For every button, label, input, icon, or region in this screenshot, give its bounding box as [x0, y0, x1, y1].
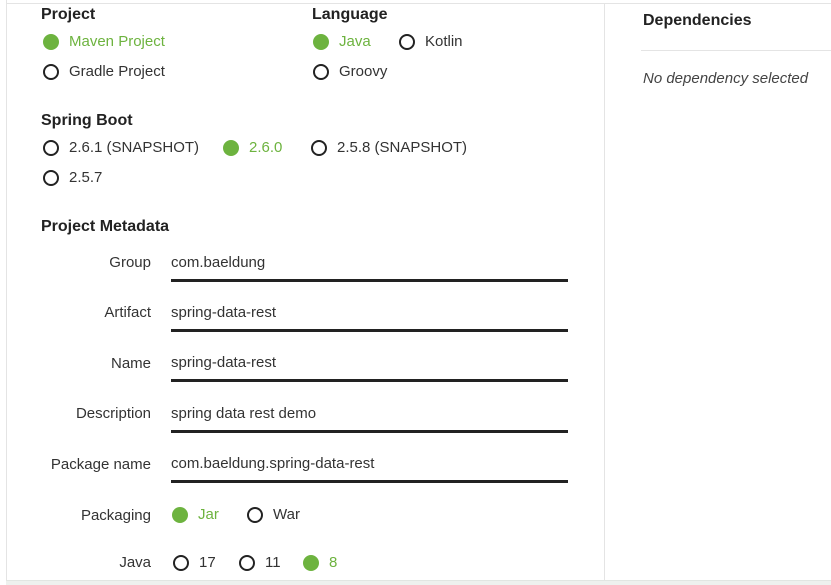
radio-unchecked-icon [247, 506, 263, 523]
bottom-bar [6, 580, 831, 585]
radio-kotlin[interactable]: Kotlin [399, 33, 463, 50]
radio-war[interactable]: War [247, 506, 300, 523]
radio-label: Kotlin [425, 33, 463, 50]
radio-label: 2.5.8 (SNAPSHOT) [337, 139, 468, 156]
radio-boot-2-6-1-snapshot[interactable]: 2.6.1 (SNAPSHOT) [43, 139, 199, 156]
radio-unchecked-icon [43, 139, 59, 156]
radio-checked-icon [313, 33, 329, 50]
radio-checked-icon [303, 554, 319, 571]
radio-unchecked-icon [173, 554, 189, 571]
language-title: Language [312, 6, 388, 23]
project-metadata-title: Project Metadata [41, 218, 170, 235]
dependencies-title: Dependencies [643, 12, 752, 29]
radio-boot-2-6-0[interactable]: 2.6.0 [223, 139, 282, 156]
radio-label: Jar [198, 506, 219, 523]
radio-jar[interactable]: Jar [172, 506, 219, 523]
radio-label: 8 [329, 554, 338, 571]
radio-label: 11 [265, 554, 281, 571]
radio-checked-icon [172, 506, 188, 523]
project-title: Project [41, 6, 96, 23]
name-input[interactable] [171, 346, 568, 382]
radio-unchecked-icon [313, 63, 329, 80]
radio-label: 2.6.1 (SNAPSHOT) [69, 139, 200, 156]
radio-label: 2.6.0 [249, 139, 283, 156]
radio-unchecked-icon [399, 33, 415, 50]
artifact-input[interactable] [171, 296, 568, 332]
radio-gradle-project[interactable]: Gradle Project [43, 63, 165, 80]
radio-unchecked-icon [239, 554, 255, 571]
no-dependency-text: No dependency selected [643, 70, 809, 87]
package-name-label: Package name [50, 456, 151, 473]
group-label: Group [109, 254, 151, 271]
radio-label: Groovy [339, 63, 388, 80]
artifact-label: Artifact [104, 304, 151, 321]
packaging-label: Packaging [80, 507, 151, 524]
description-label: Description [75, 405, 151, 422]
radio-label: 17 [199, 554, 216, 571]
radio-unchecked-icon [43, 169, 59, 186]
radio-checked-icon [223, 139, 239, 156]
window-top-border [6, 3, 831, 4]
radio-groovy[interactable]: Groovy [313, 63, 387, 80]
radio-boot-2-5-8-snapshot[interactable]: 2.5.8 (SNAPSHOT) [311, 139, 467, 156]
dependencies-divider [641, 50, 831, 51]
package-name-input[interactable] [171, 447, 568, 483]
radio-label: Maven Project [69, 33, 165, 50]
radio-java[interactable]: Java [313, 33, 371, 50]
radio-unchecked-icon [43, 63, 59, 80]
spring-boot-title: Spring Boot [41, 112, 133, 129]
radio-java-17[interactable]: 17 [173, 554, 216, 571]
radio-boot-2-5-7[interactable]: 2.5.7 [43, 169, 102, 186]
radio-label: Gradle Project [69, 63, 165, 80]
radio-label: Java [339, 33, 371, 50]
java-label: Java [119, 554, 151, 571]
column-divider [604, 4, 605, 580]
radio-java-8[interactable]: 8 [303, 554, 337, 571]
radio-checked-icon [43, 33, 59, 50]
radio-label: 2.5.7 [69, 169, 103, 186]
window-left-border [6, 0, 7, 585]
name-label: Name [110, 355, 151, 372]
description-input[interactable] [171, 397, 568, 433]
radio-java-11[interactable]: 11 [239, 554, 281, 571]
group-input[interactable] [171, 246, 568, 282]
radio-label: War [273, 506, 300, 523]
radio-unchecked-icon [311, 139, 327, 156]
radio-maven-project[interactable]: Maven Project [43, 33, 165, 50]
